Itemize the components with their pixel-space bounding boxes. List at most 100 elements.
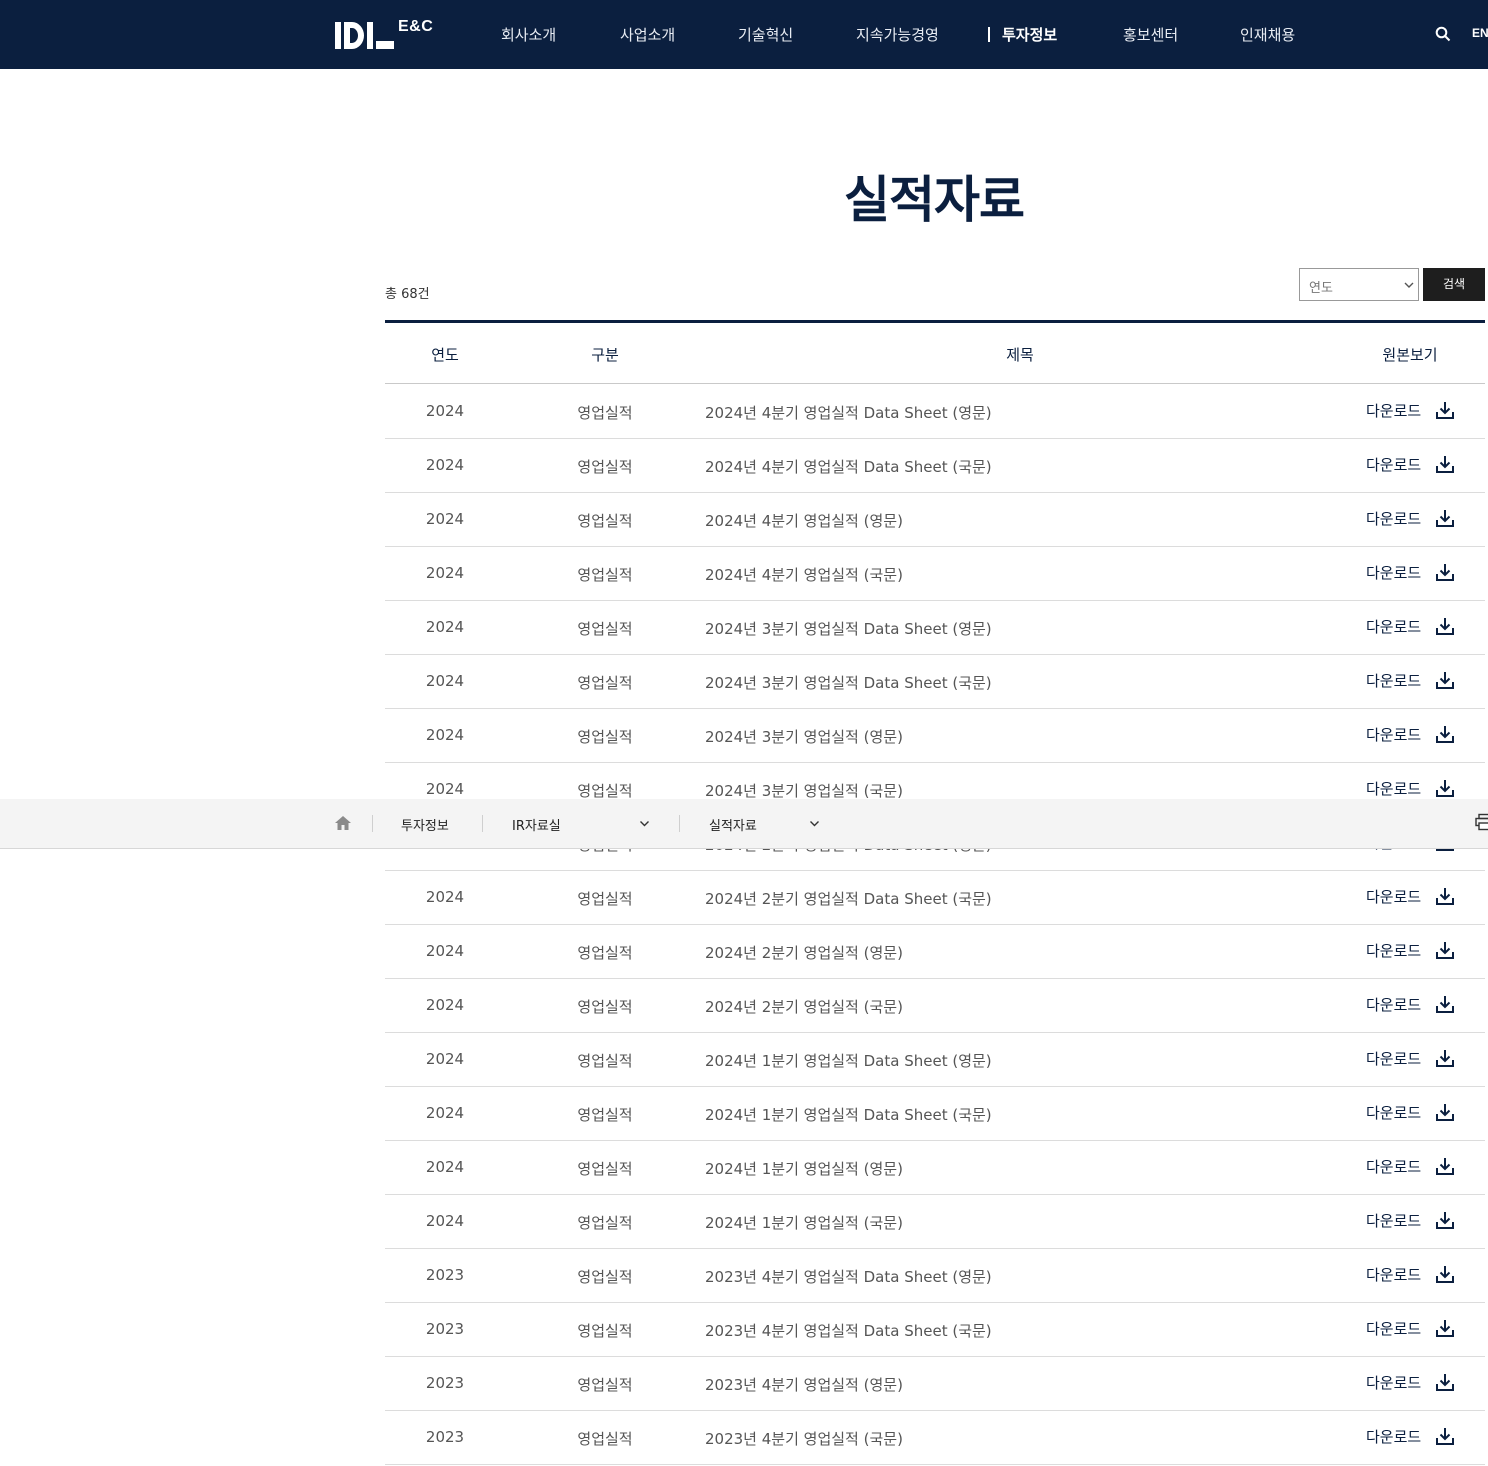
cell-year: 2024 [425, 780, 465, 798]
cell-title[interactable]: 2024년 1분기 영업실적 (국문) [705, 1212, 903, 1233]
cell-type: 영업실적 [577, 1430, 633, 1448]
download-link[interactable]: 다운로드 [1366, 400, 1421, 421]
download-link[interactable]: 다운로드 [1366, 1102, 1421, 1123]
cell-title[interactable]: 2024년 4분기 영업실적 Data Sheet (영문) [705, 402, 992, 423]
download-link[interactable]: 다운로드 [1366, 1426, 1421, 1447]
cell-title[interactable]: 2024년 4분기 영업실적 Data Sheet (국문) [705, 456, 992, 477]
breadcrumb-investor[interactable]: 투자정보 [401, 815, 449, 834]
col-original-header: 원본보기 [1382, 346, 1438, 364]
download-link[interactable]: 다운로드 [1366, 616, 1421, 637]
search-icon[interactable] [1435, 26, 1451, 42]
nav-sustainability[interactable]: 지속가능경영 [856, 24, 939, 45]
cell-title[interactable]: 2024년 4분기 영업실적 (국문) [705, 564, 903, 585]
table-row: 2024 영업실적 2024년 2분기 영업실적 (국문) 다운로드 [385, 979, 1485, 1033]
download-link[interactable]: 다운로드 [1366, 940, 1421, 961]
nav-business[interactable]: 사업소개 [620, 24, 675, 45]
cell-year: 2023 [425, 1266, 465, 1284]
nav-technology[interactable]: 기술혁신 [738, 24, 793, 45]
cell-type: 영업실적 [577, 782, 633, 800]
download-icon[interactable] [1435, 1210, 1455, 1230]
cell-title[interactable]: 2024년 2분기 영업실적 (영문) [705, 942, 903, 963]
nav-pr-center[interactable]: 홍보센터 [1123, 24, 1178, 45]
cell-year: 2024 [425, 672, 465, 690]
table-row: 2024 영업실적 2024년 4분기 영업실적 Data Sheet (영문) 다운… [385, 385, 1485, 439]
cell-title[interactable]: 2023년 4분기 영업실적 Data Sheet (국문) [705, 1320, 992, 1341]
home-icon[interactable] [334, 814, 352, 832]
download-link[interactable]: 다운로드 [1366, 778, 1421, 799]
chevron-down-icon[interactable] [639, 818, 650, 829]
cell-title[interactable]: 2024년 3분기 영업실적 (국문) [705, 780, 903, 801]
download-link[interactable]: 다운로드 [1366, 1156, 1421, 1177]
cell-title[interactable]: 2024년 4분기 영업실적 (영문) [705, 510, 903, 531]
cell-title[interactable]: 2024년 1분기 영업실적 (영문) [705, 1158, 903, 1179]
cell-title[interactable]: 2023년 4분기 영업실적 (영문) [705, 1374, 903, 1395]
download-link[interactable]: 다운로드 [1366, 1264, 1421, 1285]
download-icon[interactable] [1435, 1048, 1455, 1068]
download-link[interactable]: 다운로드 [1366, 1318, 1421, 1339]
breadcrumb-performance[interactable]: 실적자료 [709, 815, 757, 834]
nav-company[interactable]: 회사소개 [501, 24, 556, 45]
download-link[interactable]: 다운로드 [1366, 1372, 1421, 1393]
cell-type: 영업실적 [577, 566, 633, 584]
download-link[interactable]: 다운로드 [1366, 994, 1421, 1015]
download-icon[interactable] [1435, 724, 1455, 744]
download-icon[interactable] [1435, 454, 1455, 474]
cell-title[interactable]: 2024년 2분기 영업실적 (국문) [705, 996, 903, 1017]
download-icon[interactable] [1435, 940, 1455, 960]
download-icon[interactable] [1435, 1156, 1455, 1176]
cell-year: 2024 [425, 618, 465, 636]
col-type-header: 구분 [591, 346, 619, 364]
cell-title[interactable]: 2024년 3분기 영업실적 Data Sheet (영문) [705, 618, 992, 639]
download-link[interactable]: 다운로드 [1366, 1048, 1421, 1069]
table-row: 2024 영업실적 2024년 4분기 영업실적 (국문) 다운로드 [385, 547, 1485, 601]
download-link[interactable]: 다운로드 [1366, 724, 1421, 745]
download-icon[interactable] [1435, 562, 1455, 582]
breadcrumb-ir-library[interactable]: IR자료실 [512, 815, 561, 834]
cell-title[interactable]: 2024년 1분기 영업실적 Data Sheet (국문) [705, 1104, 992, 1125]
cell-year: 2024 [425, 996, 465, 1014]
nav-careers[interactable]: 인재채용 [1240, 24, 1295, 45]
download-icon[interactable] [1435, 1426, 1455, 1446]
table-row: 2024 영업실적 2024년 4분기 영업실적 Data Sheet (국문) 다운… [385, 439, 1485, 493]
download-link[interactable]: 다운로드 [1366, 454, 1421, 475]
download-icon[interactable] [1435, 670, 1455, 690]
download-icon[interactable] [1435, 616, 1455, 636]
download-link[interactable]: 다운로드 [1366, 508, 1421, 529]
nav-investor[interactable]: 투자정보 [1002, 24, 1057, 45]
year-select[interactable]: 연도 [1299, 268, 1419, 301]
download-icon[interactable] [1435, 1318, 1455, 1338]
download-icon[interactable] [1435, 1102, 1455, 1122]
download-icon[interactable] [1435, 508, 1455, 528]
download-icon[interactable] [1435, 1264, 1455, 1284]
cell-type: 영업실적 [577, 1106, 633, 1124]
download-icon[interactable] [1435, 886, 1455, 906]
cell-title[interactable]: 2024년 2분기 영업실적 Data Sheet (국문) [705, 888, 992, 909]
cell-title[interactable]: 2023년 4분기 영업실적 Data Sheet (영문) [705, 1266, 992, 1287]
cell-type: 영업실적 [577, 512, 633, 530]
chevron-down-icon[interactable] [809, 818, 820, 829]
language-toggle[interactable]: EN [1472, 26, 1488, 40]
table-header: 연도 구분 제목 원본보기 [385, 323, 1485, 384]
search-button[interactable]: 검색 [1423, 268, 1485, 301]
print-icon[interactable] [1475, 813, 1488, 831]
cell-year: 2024 [425, 1212, 465, 1230]
cell-type: 영업실적 [577, 404, 633, 422]
download-link[interactable]: 다운로드 [1366, 1210, 1421, 1231]
cell-type: 영업실적 [577, 944, 633, 962]
cell-title[interactable]: 2023년 4분기 영업실적 (국문) [705, 1428, 903, 1449]
table-row: 2024 영업실적 2024년 3분기 영업실적 (영문) 다운로드 [385, 709, 1485, 763]
download-icon[interactable] [1435, 778, 1455, 798]
download-link[interactable]: 다운로드 [1366, 562, 1421, 583]
download-icon[interactable] [1435, 1372, 1455, 1392]
cell-title[interactable]: 2024년 1분기 영업실적 Data Sheet (영문) [705, 1050, 992, 1071]
breadcrumb-divider [372, 815, 373, 832]
download-icon[interactable] [1435, 994, 1455, 1014]
cell-title[interactable]: 2024년 3분기 영업실적 Data Sheet (국문) [705, 672, 992, 693]
download-link[interactable]: 다운로드 [1366, 670, 1421, 691]
download-link[interactable]: 다운로드 [1366, 886, 1421, 907]
cell-title[interactable]: 2024년 3분기 영업실적 (영문) [705, 726, 903, 747]
download-icon[interactable] [1435, 400, 1455, 420]
table-row: 2023 영업실적 2023년 4분기 영업실적 Data Sheet (국문) 다운… [385, 1303, 1485, 1357]
cell-year: 2024 [425, 1158, 465, 1176]
table-row: 2024 영업실적 2024년 1분기 영업실적 (영문) 다운로드 [385, 1141, 1485, 1195]
